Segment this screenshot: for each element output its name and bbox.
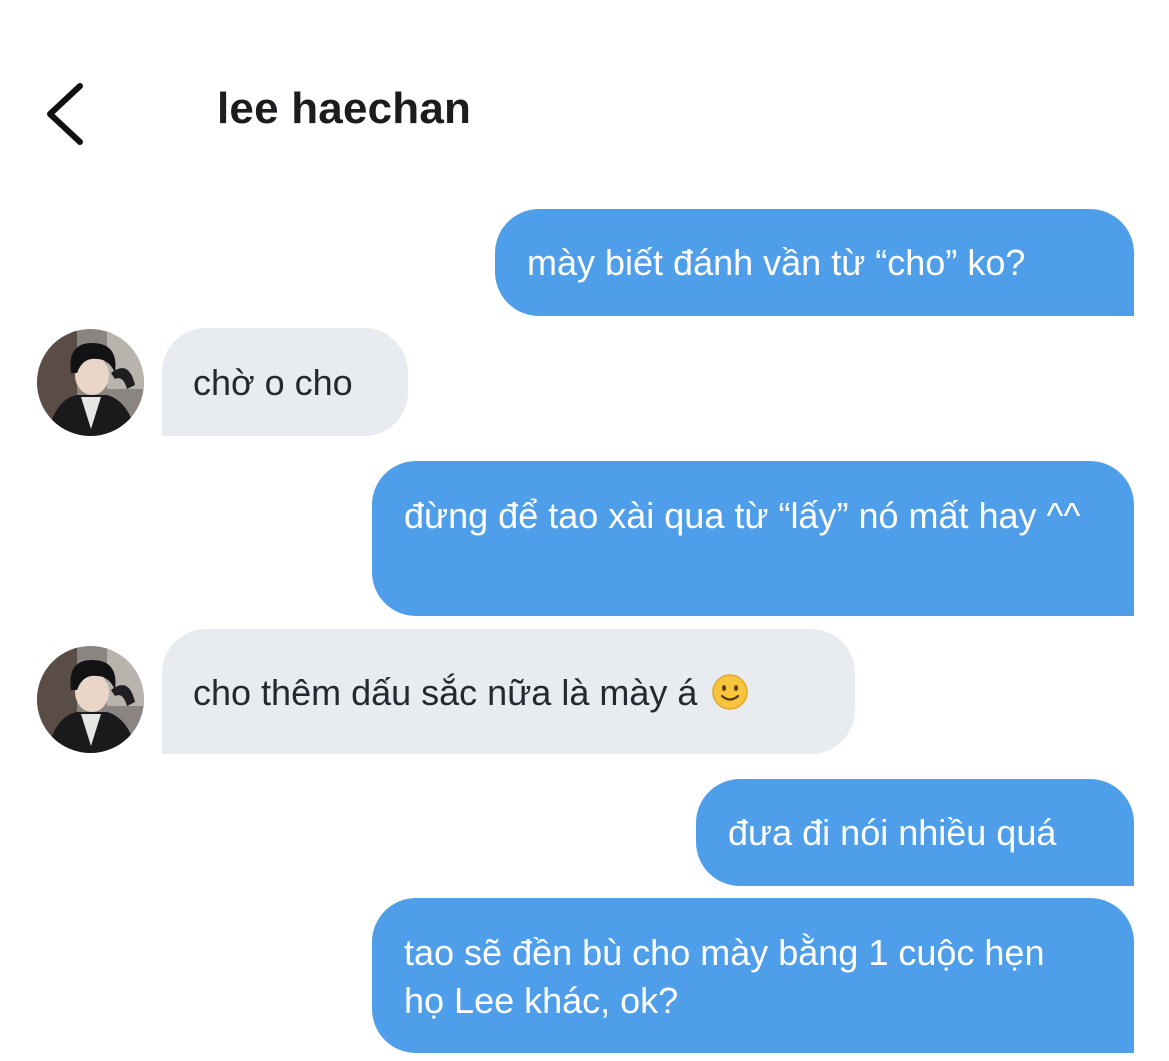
message-text: chờ o cho [193,362,353,403]
message-text: tao sẽ đền bù cho mày bằng 1 cuộc hẹn họ… [404,932,1045,1021]
chevron-left-icon [47,83,83,145]
avatar-image [37,646,144,753]
slightly-smiling-face-icon [712,674,749,710]
message-bubble-outgoing[interactable]: mày biết đánh vần từ “cho” ko? [495,209,1134,316]
chat-title: lee haechan [217,84,472,133]
message-bubble-incoming[interactable]: chờ o cho [162,328,408,436]
message-text: đừng để tao xài qua từ “lấy” nó mất hay … [404,495,1081,536]
message-bubble-outgoing[interactable]: đừng để tao xài qua từ “lấy” nó mất hay … [372,461,1134,616]
message-text: đưa đi nói nhiều quá [728,812,1057,853]
avatar-image [37,329,144,436]
message-text: mày biết đánh vần từ “cho” ko? [527,242,1026,283]
message-bubble-outgoing[interactable]: đưa đi nói nhiều quá [696,779,1134,886]
chat-header: lee haechan [0,0,1169,180]
back-button[interactable] [38,78,98,150]
avatar[interactable] [37,329,144,436]
avatar[interactable] [37,646,144,753]
message-text: cho thêm dấu sắc nữa là mày á [193,672,698,713]
message-bubble-incoming[interactable]: cho thêm dấu sắc nữa là mày á [162,629,855,754]
message-bubble-outgoing[interactable]: tao sẽ đền bù cho mày bằng 1 cuộc hẹn họ… [372,898,1134,1053]
